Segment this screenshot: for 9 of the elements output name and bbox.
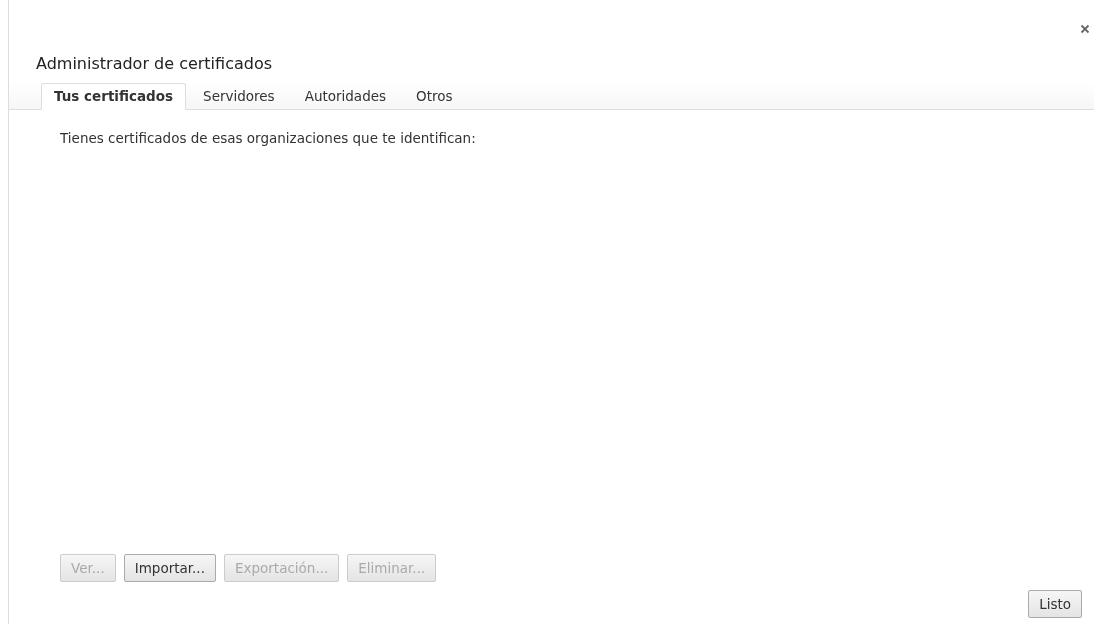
close-icon[interactable]: [1080, 24, 1090, 34]
tab[interactable]: Tus certificados: [41, 83, 187, 110]
dialog-title: Administrador de certificados: [36, 54, 273, 73]
action-button[interactable]: Importar...: [123, 554, 216, 582]
description-text: Tienes certificados de esas organizaciones que te identifican:: [60, 130, 476, 146]
tab[interactable]: Autoridades: [291, 83, 400, 109]
tab[interactable]: Otros: [403, 83, 466, 109]
tab[interactable]: Servidores: [190, 83, 288, 109]
done-button[interactable]: Listo: [1028, 590, 1082, 618]
